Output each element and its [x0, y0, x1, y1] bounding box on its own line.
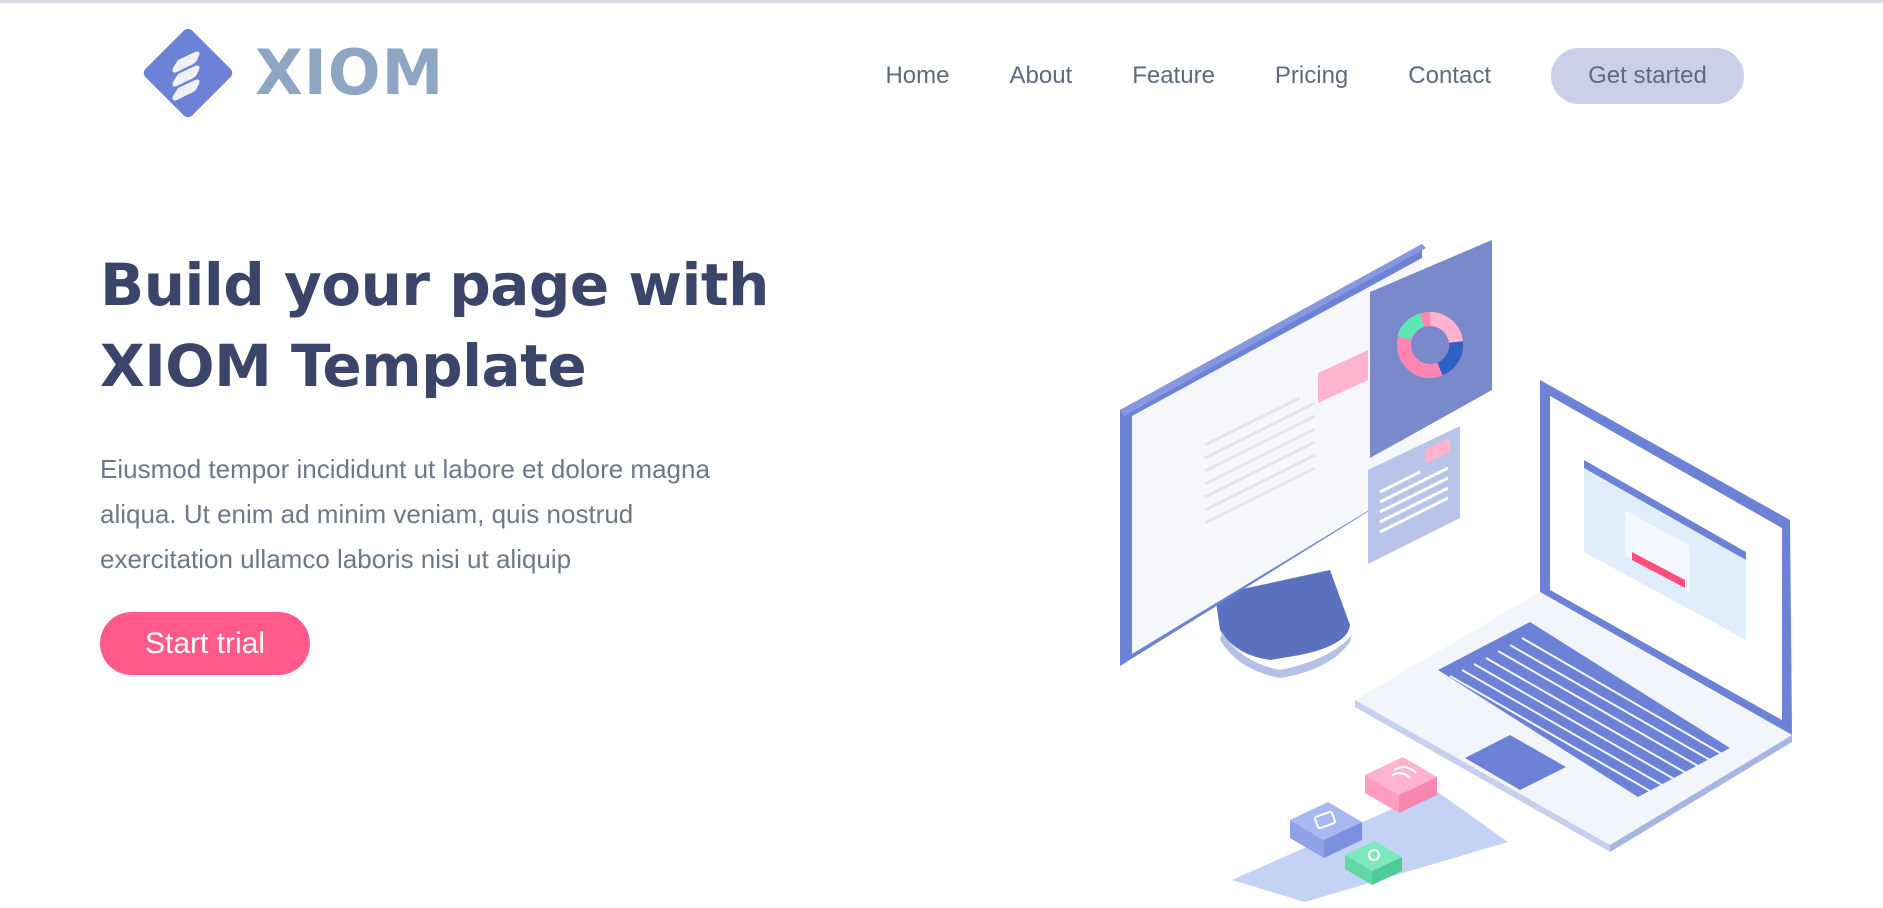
brand-logo[interactable]: XIOM	[133, 18, 444, 128]
get-started-button[interactable]: Get started	[1551, 48, 1744, 104]
hero-description: Eiusmod tempor incididunt ut labore et d…	[100, 447, 760, 582]
nav-pricing[interactable]: Pricing	[1275, 62, 1348, 90]
nav-feature[interactable]: Feature	[1132, 62, 1215, 90]
nav-home[interactable]: Home	[885, 62, 949, 90]
nav-contact[interactable]: Contact	[1408, 62, 1491, 90]
hero-description-line-3: exercitation ullamco laboris nisi ut ali…	[100, 544, 572, 574]
nav-about[interactable]: About	[1009, 62, 1072, 90]
hero-description-line-1: Eiusmod tempor incididunt ut labore et d…	[100, 454, 710, 484]
top-border	[0, 0, 1883, 3]
hero-description-line-2: aliqua. Ut enim ad minim veniam, quis no…	[100, 499, 634, 529]
hero-title-line-2: XIOM Template	[100, 332, 587, 400]
hero-title-line-1: Build your page with	[100, 251, 769, 319]
tablet	[1220, 757, 1520, 908]
main-nav: Home About Feature Pricing Contact Get s…	[885, 48, 1744, 104]
start-trial-button[interactable]: Start trial	[100, 612, 310, 675]
diamond-logo-icon	[143, 28, 233, 118]
landing-page: XIOM Home About Feature Pricing Contact …	[0, 0, 1883, 908]
brand-name: XIOM	[255, 36, 445, 109]
hero-title: Build your page with XIOM Template	[100, 245, 820, 407]
devices-illustration	[1120, 240, 1792, 908]
